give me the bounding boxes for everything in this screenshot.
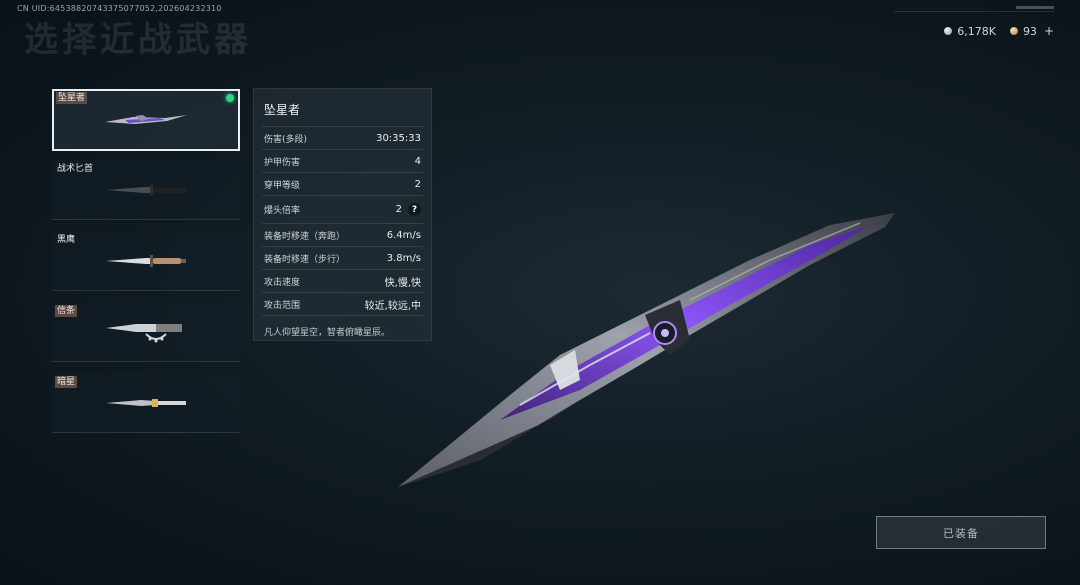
stat-label: 攻击速度 xyxy=(264,277,301,288)
weapon-item-tactical-dagger[interactable]: 战术匕首 xyxy=(52,160,240,220)
stat-row-armor-damage: 护甲伤害 4 xyxy=(262,150,423,173)
currency-bar: 6,178K 93 + xyxy=(944,24,1054,38)
top-line xyxy=(894,11,1054,12)
stat-row-penetration: 穿甲等级 2 xyxy=(262,173,423,196)
stat-row-damage: 伤害(多段) 30:35:33 xyxy=(262,127,423,150)
silver-coin-icon xyxy=(944,27,953,35)
weapon-item-black-hawk[interactable]: 黑鹰 xyxy=(52,231,240,291)
stat-value: 30:35:33 xyxy=(376,132,421,144)
gold-currency: 93 + xyxy=(1009,24,1054,38)
stat-label: 爆头倍率 xyxy=(264,206,301,216)
weapon-list: 坠星者 战术匕首 黑鹰 信条 暗星 xyxy=(52,89,240,444)
stat-label: 穿甲等级 xyxy=(264,180,301,191)
black-hawk-knife-icon xyxy=(106,255,186,267)
weapon-name: 坠星者 xyxy=(56,92,88,104)
weapon-item-dark-star[interactable]: 暗星 xyxy=(52,373,240,433)
add-currency-button[interactable]: + xyxy=(1044,24,1054,38)
tactical-dagger-icon xyxy=(106,185,186,195)
stat-label: 护甲伤害 xyxy=(264,157,301,168)
stat-label: 攻击范围 xyxy=(264,300,301,311)
weapon-name: 战术匕首 xyxy=(57,164,94,174)
weapon-stats-title: 坠星者 xyxy=(262,89,423,127)
equipped-button[interactable]: 已装备 xyxy=(876,516,1046,549)
stat-label: 装备时移速（奔跑） xyxy=(264,231,346,242)
page-title: 选择近战武器 xyxy=(24,20,252,60)
top-line-tag xyxy=(1016,6,1054,9)
silver-currency: 6,178K xyxy=(944,25,996,38)
creed-knife-icon xyxy=(106,324,182,343)
stat-value: 4 xyxy=(414,155,421,167)
equipped-indicator-icon xyxy=(226,94,234,102)
weapon-item-starfall[interactable]: 坠星者 xyxy=(52,89,240,151)
stat-value: 2 xyxy=(414,178,421,190)
gold-amount: 93 xyxy=(1022,24,1037,38)
starfall-knife-preview xyxy=(398,213,895,487)
gold-coin-icon xyxy=(1009,27,1018,35)
weapon-name: 暗星 xyxy=(55,376,78,388)
stat-label: 伤害(多段) xyxy=(264,134,308,145)
silver-amount: 6,178K xyxy=(957,24,996,38)
starfall-knife-icon xyxy=(105,115,187,124)
weapon-item-creed[interactable]: 信条 xyxy=(52,302,240,362)
stat-label: 装备时移速（步行） xyxy=(264,254,346,265)
weapon-name: 黑鹰 xyxy=(57,235,76,245)
dark-star-knife-icon xyxy=(106,399,186,407)
weapon-name: 信条 xyxy=(55,305,78,317)
